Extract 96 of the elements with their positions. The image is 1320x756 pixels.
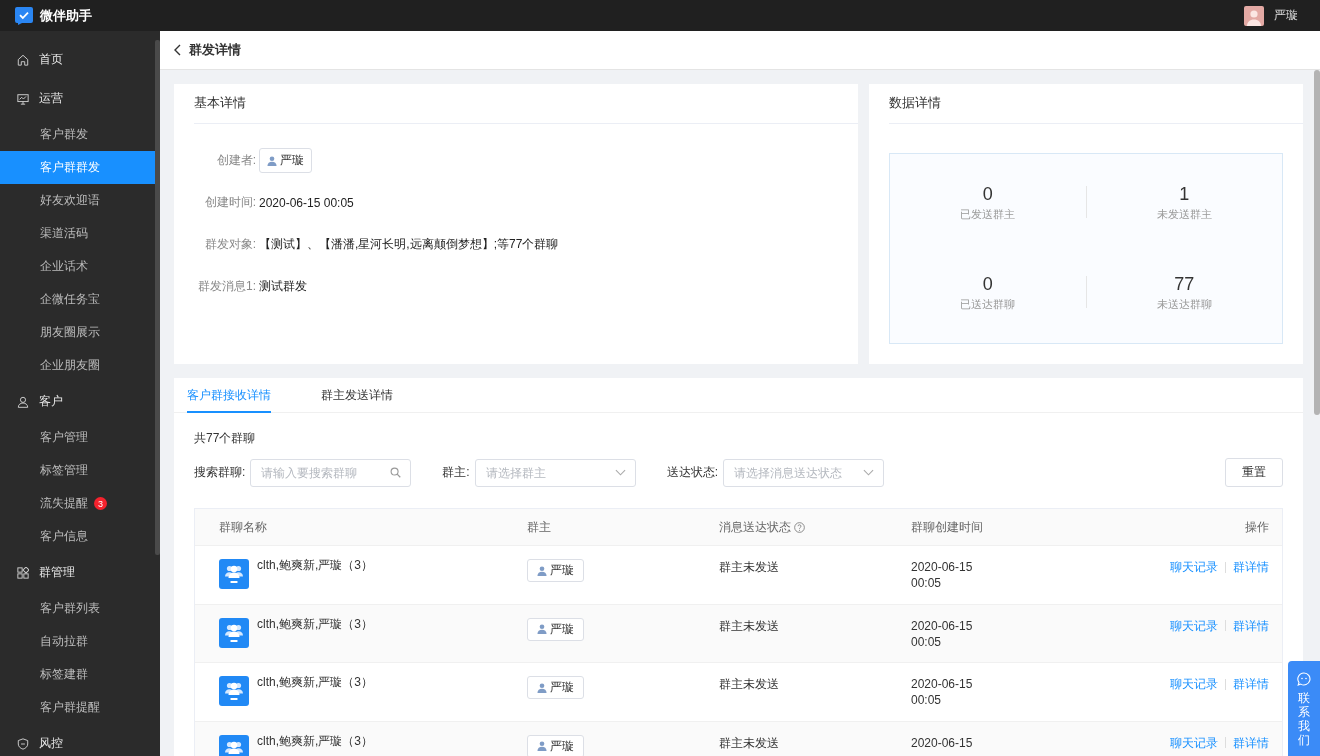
shield-icon: [17, 737, 29, 750]
owner-tag: 严璇: [527, 676, 584, 699]
filter-label: 搜索群聊:: [194, 464, 246, 481]
stat-label: 已发送群主: [960, 206, 1016, 222]
person-icon: [537, 741, 547, 751]
group-count: 共77个群聊: [194, 430, 257, 447]
group-name: clth,鲍爽新,严璇（3）: [257, 558, 373, 572]
tab[interactable]: 群主发送详情: [321, 378, 393, 413]
delivery-status: 群主未发送: [719, 734, 779, 751]
card-title: 数据详情: [889, 95, 941, 112]
count-badge: 3: [94, 497, 107, 510]
sidebar-item[interactable]: 客户群发: [0, 118, 155, 151]
stat-value: 0: [982, 272, 993, 295]
help-icon: [794, 521, 805, 533]
owner-tag: 严璇: [527, 734, 584, 756]
sidebar-group[interactable]: 客户: [0, 382, 155, 421]
sidebar-group[interactable]: 首页: [0, 40, 155, 79]
person-icon: [537, 565, 547, 576]
person-icon: [267, 155, 277, 166]
field-label: 群发对象:: [203, 236, 256, 253]
field-value: 测试群发: [259, 278, 307, 295]
search-icon: [390, 467, 402, 478]
owner-tag: 严璇: [527, 559, 584, 582]
owner-tag: 严璇: [527, 617, 584, 641]
field-label: 群发消息1:: [197, 278, 256, 295]
group-name: clth,鲍爽新,严璇（3）: [257, 616, 373, 631]
home-icon: [17, 53, 29, 66]
user-icon: [17, 395, 29, 408]
created-time: 2020-06-15: [911, 734, 974, 751]
stat-value: 1: [1179, 182, 1190, 205]
group-chat-icon: [219, 559, 249, 589]
sidebar-item[interactable]: 渠道活码: [0, 217, 155, 250]
delivery-status: 群主未发送: [719, 676, 779, 692]
card-title: 基本详情: [194, 95, 246, 112]
app-name: 微伴助手: [40, 6, 92, 25]
filter-label: 群主:: [442, 464, 470, 481]
stat-label: 未送达群聊: [1156, 296, 1212, 312]
field-value: 【测试】、【潘潘,星河长明,远离颠倒梦想】;等77个群聊: [259, 236, 559, 253]
stat-value: 77: [1174, 272, 1195, 295]
scrollbar-thumb[interactable]: [1314, 70, 1320, 415]
group-chat-icon: [219, 676, 249, 706]
user-name[interactable]: 严璇: [1274, 7, 1298, 24]
sidebar-item[interactable]: 客户管理: [0, 421, 155, 454]
select-field[interactable]: 请选择消息送达状态: [723, 458, 885, 487]
blocks-icon: [17, 566, 29, 579]
sidebar-item[interactable]: 好友欢迎语: [0, 184, 155, 217]
column-header: 群聊名称: [219, 519, 267, 535]
page-title: 群发详情: [189, 41, 241, 59]
user-avatar[interactable]: [1244, 5, 1264, 26]
created-time: 2020-06-15 00:05: [911, 617, 974, 650]
sidebar-item[interactable]: 标签建群: [0, 658, 155, 691]
group-chat-icon: [219, 617, 249, 648]
sidebar-item[interactable]: 企业朋友圈: [0, 349, 155, 382]
delivery-status: 群主未发送: [719, 617, 779, 634]
created-time: 2020-06-15 00:05: [911, 676, 974, 708]
sidebar-item[interactable]: 标签管理: [0, 454, 155, 487]
reset-button[interactable]: 重置: [1225, 458, 1283, 487]
stat-label: 未发送群主: [1156, 206, 1212, 222]
select-field[interactable]: 请选择群主: [474, 458, 636, 487]
stat-value: 0: [982, 182, 993, 205]
board-icon: [17, 92, 29, 105]
smiley-chat-icon: [1297, 672, 1311, 686]
group-name: clth,鲍爽新,严璇（3）: [257, 675, 373, 689]
back-button[interactable]: [174, 44, 181, 56]
search-field[interactable]: 请输入要搜索群聊: [250, 458, 412, 487]
scrollbar-thumb[interactable]: [155, 40, 160, 555]
sidebar-group[interactable]: 群管理: [0, 553, 155, 592]
group-name: clth,鲍爽新,严璇（3）: [257, 733, 373, 748]
sidebar-item[interactable]: 朋友圈展示: [0, 316, 155, 349]
chevron-left-icon: [174, 44, 181, 56]
sidebar-item[interactable]: 流失提醒 3: [0, 487, 155, 520]
person-icon: [537, 682, 547, 693]
field-label: 创建者:: [215, 152, 256, 169]
sidebar-item[interactable]: 客户群列表: [0, 592, 155, 625]
sidebar-item[interactable]: 自动拉群: [0, 625, 155, 658]
field-label: 创建时间:: [203, 194, 256, 211]
sidebar-item[interactable]: 客户群提醒: [0, 691, 155, 724]
column-header: 消息送达状态: [719, 519, 791, 535]
chevron-down-icon: [863, 469, 875, 476]
sidebar-group[interactable]: 运营: [0, 79, 155, 118]
sidebar-item[interactable]: 企微任务宝: [0, 283, 155, 316]
created-time: 2020-06-15 00:05: [911, 559, 974, 591]
user-tag: 严璇: [259, 148, 312, 173]
chevron-down-icon: [614, 469, 626, 476]
delivery-status: 群主未发送: [719, 559, 779, 575]
person-icon: [537, 624, 547, 634]
column-header: 操作: [1245, 519, 1269, 535]
filter-label: 送达状态:: [666, 464, 719, 481]
stat-label: 已送达群聊: [960, 296, 1016, 312]
sidebar-item[interactable]: 客户信息: [0, 520, 155, 553]
sidebar-group[interactable]: 风控: [0, 724, 155, 756]
field-value: 2020-06-15 00:05: [259, 195, 354, 210]
column-header: 群主: [527, 519, 551, 535]
checkmark-logo-icon: [15, 6, 33, 25]
column-header: 群聊创建时间: [911, 519, 983, 535]
sidebar-item[interactable]: 企业话术: [0, 250, 155, 283]
